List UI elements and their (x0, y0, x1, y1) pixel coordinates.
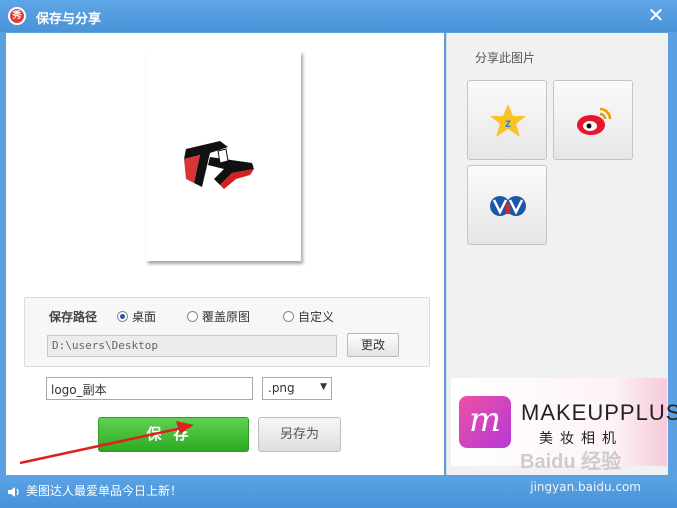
watermark-logo: Baidu 经验 (520, 451, 622, 473)
status-message[interactable]: 美图达人最爱单品今日上新！ (26, 482, 182, 499)
qzone-icon: z (490, 104, 526, 137)
share-renren-button[interactable] (467, 165, 547, 245)
share-panel: 分享此图片 z m MAKEUPPLUS 美妆相机 (446, 33, 677, 475)
radio-dot[interactable] (117, 311, 128, 322)
speaker-icon (8, 487, 19, 497)
save-panel: 保存路径 桌面 覆盖原图 自定义 D:\users\Desktop 更改 log… (6, 33, 444, 475)
save-path-label: 保存路径 (49, 310, 98, 324)
save-path-field[interactable]: D:\users\Desktop (47, 335, 337, 357)
status-bar: 美图达人最爱单品今日上新！ jingyan.baidu.com (0, 476, 677, 508)
close-button[interactable]: ✕ (645, 5, 667, 27)
share-weibo-button[interactable] (553, 80, 633, 160)
svg-text:z: z (505, 116, 511, 130)
radio-desktop[interactable]: 桌面 (117, 308, 156, 325)
radio-dot[interactable] (283, 311, 294, 322)
makeupplus-logo: m (459, 396, 511, 448)
radio-desktop-label: 桌面 (132, 310, 157, 324)
radio-overwrite[interactable]: 覆盖原图 (187, 308, 250, 325)
weibo-icon (577, 107, 612, 135)
watermark-url: jingyan.baidu.com (530, 480, 641, 494)
save-share-dialog: 秀 保存与分享 ✕ 保存路径 桌面 覆盖原图 自定义 D:\users\Desk… (0, 0, 677, 508)
image-preview (146, 51, 301, 261)
change-path-button[interactable]: 更改 (347, 333, 399, 357)
ad-title: MAKEUPPLUS (521, 400, 677, 425)
share-title: 分享此图片 (475, 51, 536, 65)
radio-custom[interactable]: 自定义 (283, 308, 334, 325)
format-select[interactable]: .png ▼ (262, 377, 332, 400)
format-value: .png (268, 381, 295, 395)
title-bar[interactable]: 秀 保存与分享 ✕ (0, 0, 677, 32)
logo-thumbnail (184, 141, 254, 189)
renren-icon (490, 196, 526, 216)
radio-overwrite-label: 覆盖原图 (202, 310, 251, 324)
chevron-down-icon: ▼ (320, 382, 327, 392)
save-button[interactable]: 保存 (98, 417, 249, 452)
save-path-group: 保存路径 桌面 覆盖原图 自定义 D:\users\Desktop 更改 (24, 297, 430, 367)
app-logo: 秀 (8, 7, 26, 25)
save-as-button[interactable]: 另存为 (258, 417, 341, 452)
radio-custom-label: 自定义 (298, 310, 335, 324)
share-qzone-button[interactable]: z (467, 80, 547, 160)
radio-dot[interactable] (187, 311, 198, 322)
window-title: 保存与分享 (36, 12, 102, 27)
filename-input[interactable]: logo_副本 (46, 377, 253, 400)
